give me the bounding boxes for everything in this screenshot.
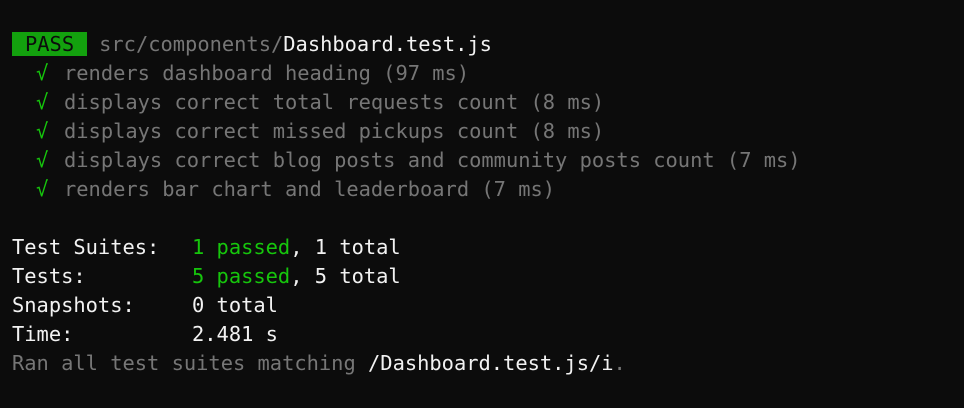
summary-time: Time: 2.481 s [12,320,278,349]
suites-passed: 1 passed [192,235,291,259]
check-icon: √ [36,119,49,143]
tests-total: , 5 total [290,264,401,288]
test-name: renders dashboard heading (97 ms) [64,61,470,85]
summary-label: Time: [12,322,74,346]
summary-label: Tests: [12,264,86,288]
test-result-line: √ renders bar chart and leaderboard (7 ms… [12,175,555,204]
ran-all-line: Ran all test suites matching /Dashboard.… [12,349,626,378]
test-name: displays correct blog posts and communit… [64,148,801,172]
tests-passed: 5 passed [192,264,291,288]
summary-label: Test Suites: [12,235,160,259]
pass-badge: PASS [12,32,88,56]
test-name: renders bar chart and leaderboard (7 ms) [64,177,556,201]
time-value: 2.481 s [192,322,278,346]
test-result-line: √ renders dashboard heading (97 ms) [12,59,469,88]
summary-label: Snapshots: [12,293,135,317]
terminal-window: PASS src/components/Dashboard.test.js √ re… [0,0,964,408]
ran-prefix: Ran all test suites matching [12,351,369,375]
ran-suffix: . [613,351,626,375]
test-file-dir: src/components/ [99,32,284,56]
snapshots-value: 0 total [192,293,278,317]
check-icon: √ [36,90,49,114]
check-icon: √ [36,61,49,85]
summary-snapshots: Snapshots: 0 total [12,291,278,320]
test-name: displays correct missed pickups count (8… [64,119,605,143]
summary-test-suites: Test Suites: 1 passed, 1 total [12,233,401,262]
test-name: displays correct total requests count (8… [64,90,605,114]
test-file-header: PASS src/components/Dashboard.test.js [12,30,492,59]
suites-total: , 1 total [290,235,401,259]
test-result-line: √ displays correct blog posts and communi… [12,146,801,175]
ran-pattern: /Dashboard.test.js/i [368,351,614,375]
check-icon: √ [36,148,49,172]
test-result-line: √ displays correct total requests count (… [12,88,604,117]
test-result-line: √ displays correct missed pickups count (… [12,117,604,146]
check-icon: √ [36,177,49,201]
summary-tests: Tests: 5 passed, 5 total [12,262,401,291]
test-file-name: Dashboard.test.js [283,32,492,56]
